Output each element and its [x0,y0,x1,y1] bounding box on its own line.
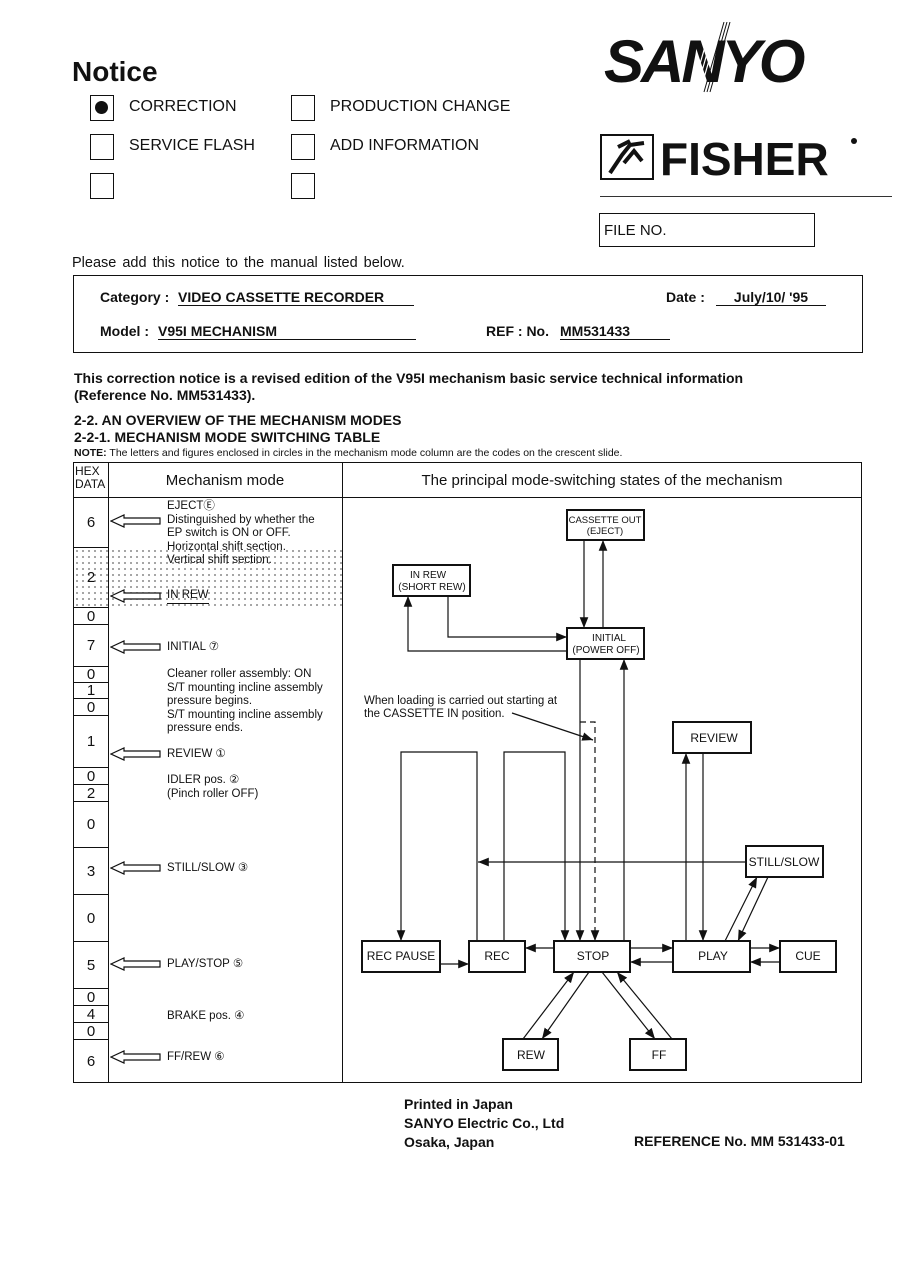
state-label: IN REW [410,570,447,581]
state-label: INITIAL [592,633,626,644]
state-label: REW [517,1048,546,1062]
state-label: CUE [795,949,820,963]
state-label: REVIEW [690,731,738,745]
state-label: STILL/SLOW [749,855,820,869]
state-label: CASSETTE OUT [569,515,642,526]
reference-number: REFERENCE No. MM 531433-01 [634,1133,845,1149]
state-label: (POWER OFF) [572,645,639,656]
state-label: REC [484,949,510,963]
footer-address: Printed in Japan SANYO Electric Co., Ltd… [404,1095,564,1152]
state-label: STOP [577,949,609,963]
state-label: PLAY [698,949,728,963]
state-label: (EJECT) [587,526,623,537]
mode-switching-diagram: CASSETTE OUT (EJECT) IN REW (SHORT REW) … [361,509,837,1071]
footer-line: SANYO Electric Co., Ltd [404,1115,565,1131]
footer-line: Osaka, Japan [404,1134,495,1150]
footer-line: Printed in Japan [404,1096,513,1112]
annotation-text: the CASSETTE IN position. [364,708,505,720]
annotation-text: When loading is carried out starting at [364,695,558,707]
state-label: (SHORT REW) [398,582,465,593]
state-label: REC PAUSE [367,949,435,963]
state-label: FF [652,1048,667,1062]
